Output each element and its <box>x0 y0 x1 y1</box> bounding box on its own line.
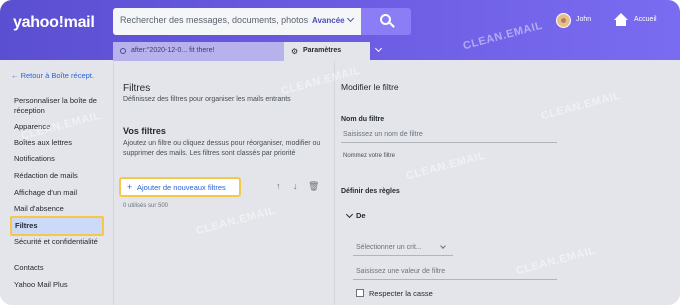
home-link[interactable]: Accueil <box>634 16 657 23</box>
tab-strip: after:"2020-12-0... fit there! ⚙ Paramèt… <box>113 42 393 61</box>
trash-icon[interactable]: 🗑 <box>308 181 319 192</box>
home-icon-base <box>616 19 626 26</box>
section-title: Vos filtres <box>123 126 166 136</box>
chevron-down-icon[interactable] <box>345 210 354 219</box>
criterion-select[interactable]: Sélectionner un crit... <box>353 241 453 256</box>
sidebar-item-affichage[interactable]: Affichage d'un mail <box>14 188 106 198</box>
chevron-down-icon <box>346 14 354 23</box>
tab-search-text: after:"2020-12-0... fit there! <box>131 47 215 54</box>
chevron-down-icon <box>440 243 446 249</box>
sidebar-item-filtres[interactable]: Filtres <box>10 216 104 236</box>
search-button[interactable] <box>361 8 411 35</box>
back-to-inbox-link[interactable]: ← Retour à Boîte récept. <box>11 71 94 80</box>
search-icon <box>120 48 126 54</box>
sidebar-item-personnaliser[interactable]: Personnaliser la boîte de réception <box>14 96 106 116</box>
add-filter-label: Ajouter de nouveaux filtres <box>137 183 226 192</box>
sidebar-item-apparence[interactable]: Apparence <box>14 122 106 132</box>
from-section-label[interactable]: De <box>356 211 366 220</box>
search-box[interactable]: Rechercher des messages, documents, phot… <box>113 8 361 35</box>
search-input[interactable]: Rechercher des messages, documents, phot… <box>120 15 308 25</box>
page-subtitle: Définissez des filtres pour organiser le… <box>123 96 291 103</box>
gear-icon: ⚙ <box>291 47 299 56</box>
filter-name-label: Nom du filtre <box>341 116 385 123</box>
sidebar-item-securite[interactable]: Sécurité et confidentialité <box>14 237 106 247</box>
define-rules-label: Définir des règles <box>341 188 400 195</box>
add-filter-button[interactable]: + Ajouter de nouveaux filtres <box>119 177 241 197</box>
filter-value-placeholder: Saisissez une valeur de filtre <box>356 268 446 275</box>
home-icon[interactable] <box>614 13 628 27</box>
user-name[interactable]: John <box>576 16 591 23</box>
filter-name-hint: Nommez votre filtre <box>343 153 396 159</box>
app-frame: yahoo!mail Rechercher des messages, docu… <box>0 0 680 305</box>
advanced-label: Avancée <box>312 16 345 25</box>
settings-sidebar: ← Retour à Boîte récept. Personnaliser l… <box>0 61 113 305</box>
edit-filter-title: Modifier le filtre <box>341 82 399 92</box>
arrow-up-icon[interactable]: ↑ <box>276 181 281 191</box>
page-title: Filtres <box>123 83 151 94</box>
tab-settings[interactable]: ⚙ Paramètres <box>284 42 370 61</box>
chevron-down-icon[interactable] <box>374 44 383 53</box>
filter-value-field[interactable]: Saisissez une valeur de filtre <box>353 265 557 280</box>
filters-panel: Filtres Définissez des filtres pour orga… <box>113 61 335 305</box>
section-description: Ajoutez un filtre ou cliquez dessus pour… <box>123 140 321 157</box>
sidebar-item-redaction[interactable]: Rédaction de mails <box>14 171 106 181</box>
filter-name-placeholder: Saisissez un nom de filtre <box>343 131 423 138</box>
tab-settings-label: Paramètres <box>303 47 342 54</box>
arrow-down-icon[interactable]: ↓ <box>293 181 298 191</box>
sidebar-item-absence[interactable]: Mail d'absence <box>14 204 106 214</box>
sidebar-item-contacts[interactable]: Contacts <box>14 263 106 273</box>
sidebar-item-yahoo-mail-plus[interactable]: Yahoo Mail Plus <box>14 280 106 290</box>
sidebar-item-notifications[interactable]: Notifications <box>14 154 106 164</box>
sidebar-item-boites[interactable]: Boîtes aux lettres <box>14 138 106 148</box>
avatar[interactable] <box>556 13 571 28</box>
criterion-placeholder: Sélectionner un crit... <box>356 244 422 251</box>
avatar-face <box>561 18 566 23</box>
search-icon-handle <box>389 22 395 28</box>
advanced-search-dropdown[interactable]: Avancée <box>312 14 354 25</box>
match-case-checkbox[interactable] <box>356 289 364 297</box>
filter-usage-count: 0 utilisés sur 500 <box>123 203 169 209</box>
filter-name-field[interactable]: Saisissez un nom de filtre <box>341 129 557 143</box>
tab-search-results[interactable]: after:"2020-12-0... fit there! <box>113 42 284 61</box>
edit-filter-panel: Modifier le filtre Nom du filtre Saisiss… <box>336 61 680 305</box>
match-case-label[interactable]: Respecter la casse <box>369 289 433 298</box>
yahoo-mail-logo[interactable]: yahoo!mail <box>13 14 95 32</box>
plus-icon: + <box>127 182 133 192</box>
